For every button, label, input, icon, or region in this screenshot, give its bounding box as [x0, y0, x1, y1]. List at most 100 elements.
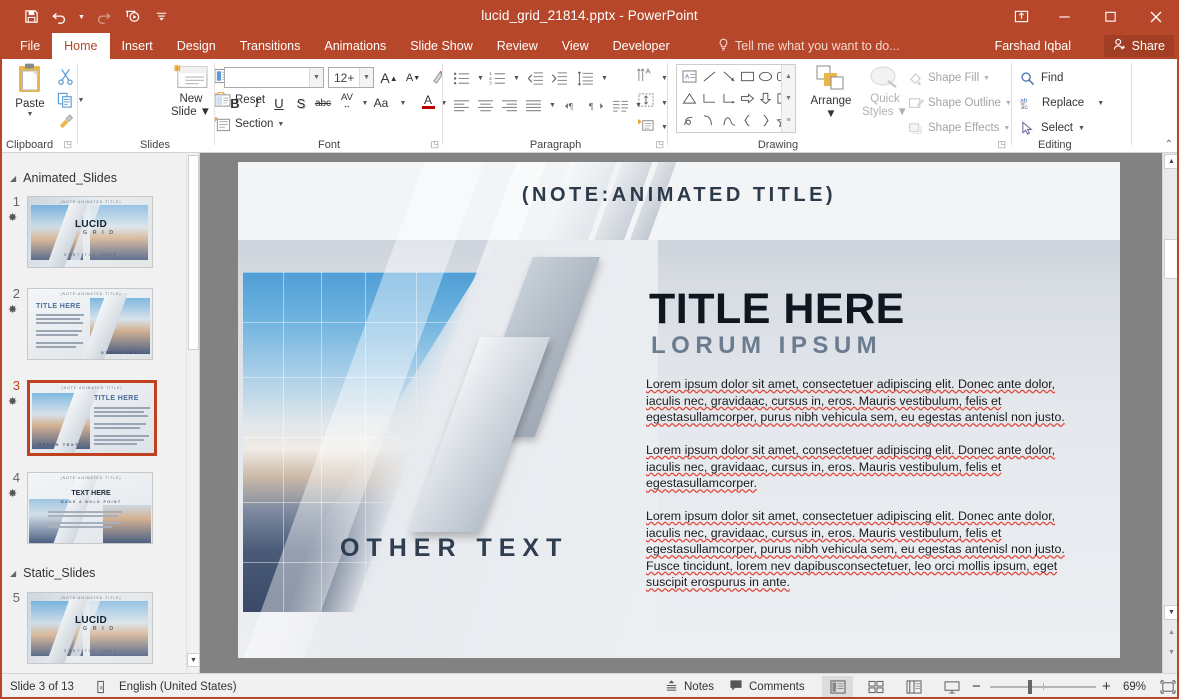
tab-home[interactable]: Home: [52, 33, 110, 59]
line-spacing-dropdown-icon[interactable]: ▼: [594, 68, 615, 89]
tab-file[interactable]: File: [8, 33, 52, 59]
change-case-dropdown-icon[interactable]: ▼: [392, 92, 414, 114]
previous-slide-icon[interactable]: ▲: [1164, 625, 1179, 640]
triangle-shape-icon[interactable]: [679, 88, 699, 109]
restore-icon[interactable]: [1087, 0, 1133, 33]
section-header-static[interactable]: ◢ Static_Slides: [10, 566, 95, 580]
oval-shape-icon[interactable]: [755, 66, 775, 87]
curve-shape-icon[interactable]: [699, 110, 719, 131]
share-button[interactable]: Share: [1103, 35, 1174, 57]
rectangle-shape-icon[interactable]: [737, 66, 757, 87]
zoom-out-button[interactable]: −: [972, 674, 981, 699]
thumbnail-panel-scroll-down-icon[interactable]: ▼: [187, 653, 200, 667]
right-arrow-shape-icon[interactable]: [737, 88, 757, 109]
section-collapse-icon-2[interactable]: ◢: [10, 569, 16, 578]
cut-icon[interactable]: [54, 65, 76, 87]
ltr-icon[interactable]: ¶: [562, 95, 583, 116]
line-shape-icon[interactable]: [699, 66, 719, 87]
font-size-dropdown-icon[interactable]: ▼: [359, 68, 373, 87]
justify-dropdown-icon[interactable]: ▼: [542, 95, 563, 116]
font-name-input[interactable]: ▼: [224, 67, 324, 88]
new-slide-button[interactable]: New Slide ▼: [168, 63, 214, 135]
collapse-ribbon-icon[interactable]: ⌃: [1165, 139, 1173, 150]
paste-dropdown-icon[interactable]: ▼: [27, 111, 34, 118]
slide-canvas-scrollbar[interactable]: ▲ ▼ ▲ ▼: [1162, 153, 1179, 673]
replace-dropdown-icon[interactable]: ▼: [1097, 100, 1104, 107]
tab-design[interactable]: Design: [165, 33, 228, 59]
zoom-in-button[interactable]: +: [1102, 674, 1111, 699]
thumbnail-panel-scrollbar[interactable]: ▼: [186, 153, 200, 673]
slide-counter[interactable]: Slide 3 of 13: [10, 674, 74, 699]
minimize-icon[interactable]: [1041, 0, 1087, 33]
elbow-connector-icon[interactable]: [699, 88, 719, 109]
select-button[interactable]: Select ▼: [1020, 117, 1085, 139]
spellcheck-icon[interactable]: x: [95, 674, 109, 699]
tab-insert[interactable]: Insert: [110, 33, 165, 59]
increase-indent-icon[interactable]: [549, 68, 570, 89]
increase-font-size-icon[interactable]: A ▲: [378, 67, 400, 89]
arrange-dropdown-icon[interactable]: ▼: [825, 108, 836, 121]
columns-dropdown-icon[interactable]: ▼: [628, 95, 649, 116]
tab-transitions[interactable]: Transitions: [228, 33, 313, 59]
tab-developer[interactable]: Developer: [601, 33, 682, 59]
shape-effects-dropdown-icon[interactable]: ▼: [1003, 125, 1010, 132]
slide-thumbnail-4[interactable]: TEXT HERE MAKE A BOLD POINT (NOTE:ANIMAT…: [27, 472, 153, 544]
canvas-scroll-down-icon[interactable]: ▼: [1164, 605, 1179, 620]
tab-view[interactable]: View: [550, 33, 601, 59]
close-icon[interactable]: [1133, 0, 1179, 33]
language-label[interactable]: English (United States): [119, 674, 237, 699]
shape-effects-button[interactable]: Shape Effects ▼: [908, 117, 1010, 139]
format-painter-icon[interactable]: [54, 111, 76, 133]
font-dialog-launcher[interactable]: ◳: [430, 139, 439, 150]
account-name[interactable]: Farshad Iqbal: [995, 33, 1071, 59]
slide-show-view-button[interactable]: [936, 676, 967, 697]
font-size-input[interactable]: 12+ ▼: [328, 67, 374, 88]
zoom-level[interactable]: 69%: [1123, 674, 1146, 699]
text-shadow-icon[interactable]: S: [290, 92, 312, 114]
next-slide-icon[interactable]: ▼: [1164, 645, 1179, 660]
decrease-font-size-icon[interactable]: A ▼: [402, 67, 424, 89]
new-slide-dropdown-icon[interactable]: ▼: [200, 106, 211, 119]
left-brace-shape-icon[interactable]: [737, 110, 757, 131]
underline-icon[interactable]: U: [268, 92, 290, 114]
current-slide[interactable]: (NOTE:ANIMATED TITLE) OTHER TEXT TITLE H…: [238, 162, 1120, 658]
slide-thumbnail-5[interactable]: LUCID G R I D (NOTE:ANIMATED TITLE) SUBT…: [27, 592, 153, 664]
numbering-dropdown-icon[interactable]: ▼: [506, 68, 527, 89]
select-dropdown-icon[interactable]: ▼: [1078, 125, 1085, 132]
slide-thumbnail-1[interactable]: LUCID G R I D (NOTE:ANIMATED TITLE) SUBT…: [27, 196, 153, 268]
text-direction-icon[interactable]: A: [635, 64, 656, 85]
normal-view-button[interactable]: [822, 676, 853, 697]
tell-me-search[interactable]: Tell me what you want to do...: [718, 33, 900, 59]
decrease-indent-icon[interactable]: [525, 68, 546, 89]
rtl-icon[interactable]: ¶: [586, 95, 607, 116]
tab-animations[interactable]: Animations: [312, 33, 398, 59]
italic-icon[interactable]: I: [246, 92, 268, 114]
paragraph-dialog-launcher[interactable]: ◳: [655, 139, 664, 150]
align-right-icon[interactable]: [499, 95, 520, 116]
paste-button[interactable]: Paste ▼: [8, 63, 52, 135]
textbox-shape-icon[interactable]: A: [679, 66, 699, 87]
canvas-scroll-up-icon[interactable]: ▲: [1164, 154, 1179, 169]
quick-styles-dropdown-icon[interactable]: ▼: [896, 106, 907, 119]
bullets-icon[interactable]: [451, 68, 472, 89]
shape-fill-button[interactable]: Shape Fill ▼: [908, 67, 990, 89]
drawing-dialog-launcher[interactable]: ◳: [997, 139, 1006, 150]
zoom-slider-knob[interactable]: [1028, 680, 1032, 694]
notes-button[interactable]: Notes: [665, 674, 714, 699]
scribble-shape-icon[interactable]: [679, 110, 699, 131]
shapes-gallery[interactable]: A ▲ ▼ ≡: [676, 64, 796, 133]
change-case-icon[interactable]: Aa: [370, 92, 392, 114]
bold-icon[interactable]: B: [224, 92, 246, 114]
tab-slide-show[interactable]: Slide Show: [398, 33, 485, 59]
comments-button[interactable]: Comments: [729, 674, 805, 699]
slide-thumbnail-2[interactable]: TITLE HERE OTHER TEXT (NOTE:ANIMATED TIT…: [27, 288, 153, 360]
arrow-shape-icon[interactable]: [719, 66, 739, 87]
clipboard-dialog-launcher[interactable]: ◳: [63, 139, 72, 150]
align-left-icon[interactable]: [451, 95, 472, 116]
down-arrow-shape-icon[interactable]: [755, 88, 775, 109]
slide-thumbnail-3[interactable]: TITLE HERE OTHER TEXT (NOTE:ANIMATED TIT…: [27, 380, 157, 456]
shapes-more-icon[interactable]: ≡: [782, 109, 795, 131]
line-spacing-icon[interactable]: [575, 68, 596, 89]
align-center-icon[interactable]: [475, 95, 496, 116]
right-brace-shape-icon[interactable]: [755, 110, 775, 131]
